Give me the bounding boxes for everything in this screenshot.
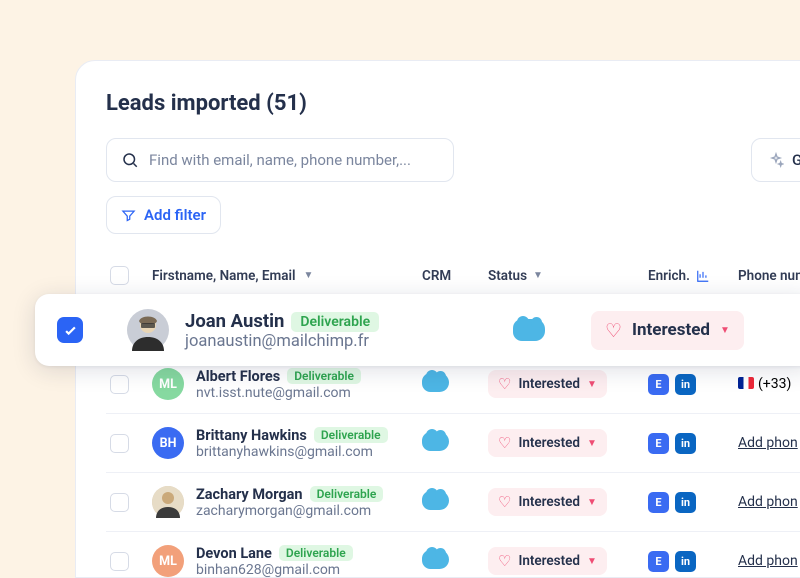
salesforce-icon xyxy=(513,319,545,341)
table-row: Zachary Morgan Deliverable zacharymorgan@… xyxy=(106,473,800,532)
page-title: Leads imported (51) xyxy=(106,91,800,116)
lead-email: binhan628@gmail.com xyxy=(196,562,353,578)
status-badge: Deliverable xyxy=(291,312,379,332)
generate-button[interactable]: Gener xyxy=(751,138,800,182)
search-input[interactable] xyxy=(149,151,439,169)
heart-icon: ♡ xyxy=(498,434,511,452)
status-select[interactable]: ♡Interested▼ xyxy=(591,311,744,350)
lead-name: Devon Lane xyxy=(196,545,272,562)
lead-name: Joan Austin xyxy=(185,310,284,332)
caret-down-icon: ▼ xyxy=(304,270,314,281)
row-checkbox[interactable] xyxy=(110,375,129,394)
avatar: BH xyxy=(152,427,184,459)
add-phone-link[interactable]: Add phon xyxy=(738,435,798,451)
status-select[interactable]: ♡Interested▼ xyxy=(488,488,607,516)
add-filter-button[interactable]: Add filter xyxy=(106,196,221,234)
linkedin-icon: in xyxy=(675,374,696,395)
status-badge: Deliverable xyxy=(287,368,361,384)
salesforce-icon xyxy=(422,550,449,569)
linkedin-icon: in xyxy=(675,433,696,454)
lead-name: Brittany Hawkins xyxy=(196,427,307,444)
table-row: ML Devon Lane Deliverable binhan628@gmail… xyxy=(106,532,800,578)
caret-down-icon: ▼ xyxy=(587,497,597,508)
caret-down-icon: ▼ xyxy=(720,325,730,336)
avatar: ML xyxy=(152,368,184,400)
add-phone-link[interactable]: Add phon xyxy=(738,553,798,569)
enrich-badge: E xyxy=(648,433,669,454)
heart-icon: ♡ xyxy=(498,493,511,511)
col-phone: Phone num xyxy=(738,268,800,284)
lead-name: Zachary Morgan xyxy=(196,486,303,503)
col-status[interactable]: Status▼ xyxy=(488,268,648,284)
sparkle-icon xyxy=(768,152,784,168)
caret-down-icon: ▼ xyxy=(587,556,597,567)
col-name[interactable]: Firstname, Name, Email▼ xyxy=(152,268,422,284)
status-badge: Deliverable xyxy=(279,545,353,561)
salesforce-icon xyxy=(422,491,449,510)
row-checkbox[interactable] xyxy=(110,434,129,453)
avatar-photo xyxy=(152,486,184,518)
salesforce-icon xyxy=(422,432,449,451)
salesforce-icon xyxy=(422,373,449,392)
col-crm: CRM xyxy=(422,268,488,284)
lead-email: zacharymorgan@gmail.com xyxy=(196,503,383,519)
linkedin-icon: in xyxy=(675,492,696,513)
add-filter-label: Add filter xyxy=(144,206,206,224)
enrich-badge: E xyxy=(648,374,669,395)
table-row: BH Brittany Hawkins Deliverable brittanyh… xyxy=(106,414,800,473)
table-header: Firstname, Name, Email▼ CRM Status▼ Enri… xyxy=(106,256,800,296)
lead-name: Albert Flores xyxy=(196,368,280,385)
caret-down-icon: ▼ xyxy=(587,438,597,449)
chart-icon xyxy=(696,269,710,283)
caret-down-icon: ▼ xyxy=(533,270,543,281)
flag-fr-icon xyxy=(738,377,754,389)
enrich-badge: E xyxy=(648,551,669,572)
avatar: ML xyxy=(152,545,184,577)
lead-email: nvt.isst.nute@gmail.com xyxy=(196,385,361,401)
avatar xyxy=(127,309,169,351)
linkedin-icon: in xyxy=(675,551,696,572)
heart-icon: ♡ xyxy=(498,552,511,570)
heart-icon: ♡ xyxy=(498,375,511,393)
status-select[interactable]: ♡Interested▼ xyxy=(488,370,607,398)
lead-email: brittanyhawkins@gmail.com xyxy=(196,444,388,460)
toolbar: Gener xyxy=(106,138,800,182)
check-icon xyxy=(63,323,78,338)
add-phone-link[interactable]: Add phon xyxy=(738,494,798,510)
status-badge: Deliverable xyxy=(314,427,388,443)
generate-label: Gener xyxy=(792,151,800,169)
enrich-badge: E xyxy=(648,492,669,513)
col-enrich: Enrich. xyxy=(648,268,738,284)
search-icon xyxy=(121,151,139,169)
search-input-wrapper[interactable] xyxy=(106,138,454,182)
highlighted-row: Joan Austin Deliverable joanaustin@mailch… xyxy=(35,294,800,366)
status-select[interactable]: ♡Interested▼ xyxy=(488,547,607,575)
caret-down-icon: ▼ xyxy=(587,379,597,390)
row-checkbox[interactable] xyxy=(110,493,129,512)
avatar xyxy=(152,486,184,518)
heart-icon: ♡ xyxy=(605,319,622,342)
avatar-photo xyxy=(127,309,169,351)
phone-cell: (+33) xyxy=(738,376,800,392)
select-all-checkbox[interactable] xyxy=(110,266,129,285)
lead-email: joanaustin@mailchimp.fr xyxy=(185,332,513,351)
row-checkbox-checked[interactable] xyxy=(57,317,83,343)
funnel-icon xyxy=(121,208,136,223)
status-select[interactable]: ♡Interested▼ xyxy=(488,429,607,457)
status-badge: Deliverable xyxy=(310,486,384,502)
